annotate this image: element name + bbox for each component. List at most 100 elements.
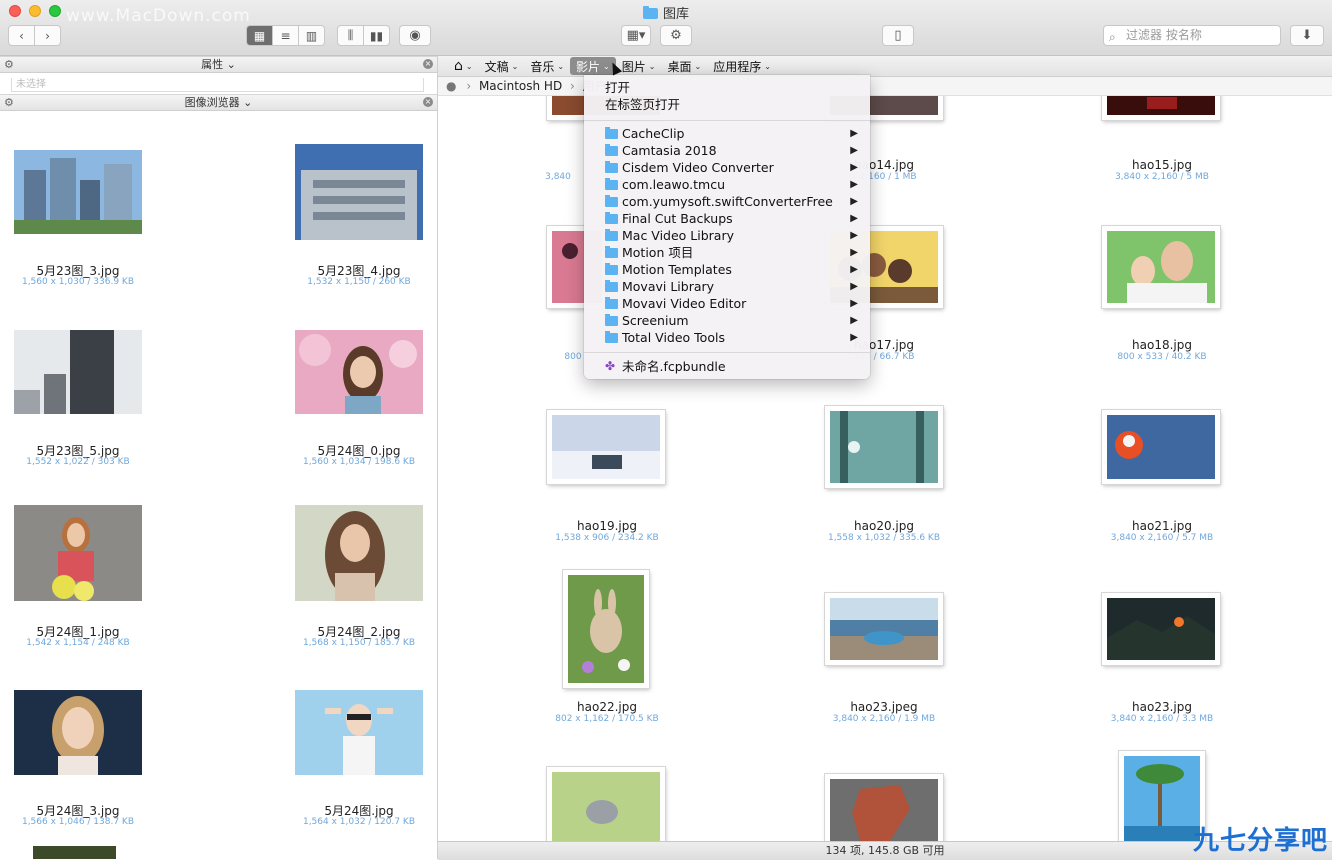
image-thumbnail[interactable] xyxy=(295,505,423,601)
image-thumbnail[interactable] xyxy=(14,505,142,601)
folder-icon xyxy=(605,331,618,343)
bundle-icon: ✤ xyxy=(605,359,616,373)
close-icon[interactable]: × xyxy=(423,97,433,107)
split-view-button[interactable]: ▮▮ xyxy=(364,26,389,45)
menu-item-open-in-tab[interactable]: 在标签页打开 xyxy=(584,96,870,113)
chevron-down-icon: ⌄ xyxy=(465,61,473,71)
image-thumbnail[interactable] xyxy=(295,144,423,240)
thumbnail-image xyxy=(830,598,938,660)
preview-button[interactable]: ◉ xyxy=(399,25,431,46)
menu-folder-item[interactable]: Movavi Library ▶ xyxy=(584,278,870,295)
image-thumbnail[interactable] xyxy=(825,406,943,488)
documents-menu[interactable]: 文稿 ⌄ xyxy=(479,57,525,75)
info-button[interactable]: ▯ xyxy=(882,25,914,46)
image-thumbnail[interactable] xyxy=(547,410,665,484)
image-thumbnail[interactable] xyxy=(825,593,943,665)
thumbnail-image xyxy=(1124,756,1200,841)
image-browser-header[interactable]: ⚙ 图像浏览器 ⌄ × xyxy=(0,94,437,111)
download-icon: ⬇ xyxy=(1301,28,1313,43)
thumbnail-meta: 3,840 xyxy=(545,172,571,182)
thumbnail-meta: 1,564 x 1,032 / 120.7 KB xyxy=(302,817,416,827)
applications-menu[interactable]: 应用程序 ⌄ xyxy=(707,57,777,75)
image-thumbnail[interactable] xyxy=(1102,226,1220,308)
filter-search-input[interactable]: ⌕ 过滤器 按名称 xyxy=(1103,25,1281,46)
thumbnail-filename: hao15.jpg xyxy=(1132,158,1192,172)
view-mode-control: ▦ ≡ ▥ xyxy=(246,25,325,46)
menu-folder-item[interactable]: Cisdem Video Converter ▶ xyxy=(584,159,870,176)
close-icon[interactable]: × xyxy=(423,59,433,69)
properties-field[interactable]: 未选择 xyxy=(11,78,424,92)
thumbnail-image xyxy=(552,415,660,479)
grid-dropdown-icon: ▦▾ xyxy=(626,28,646,43)
image-thumbnail[interactable] xyxy=(14,690,142,775)
action-button[interactable]: ⚙ xyxy=(660,25,692,46)
icon-view-button[interactable]: ▦ xyxy=(247,26,273,45)
gear-icon[interactable]: ⚙ xyxy=(4,95,14,110)
chevron-down-icon: ⌄ xyxy=(648,61,656,71)
menu-item-label: 打开 xyxy=(605,80,631,95)
menu-item-open[interactable]: 打开 xyxy=(584,79,870,96)
chevron-right-icon: › xyxy=(466,79,472,93)
menu-folder-item[interactable]: com.yumysoft.swiftConverterFree ▶ xyxy=(584,193,870,210)
menu-folder-item[interactable]: Motion Templates ▶ xyxy=(584,261,870,278)
image-thumbnail[interactable] xyxy=(825,774,943,841)
menu-item-label: Motion Templates xyxy=(622,262,732,277)
forward-button[interactable]: › xyxy=(35,26,60,45)
breadcrumb: ● › Macintosh HD › 用户 xyxy=(438,77,1332,96)
menu-folder-item[interactable]: Total Video Tools ▶ xyxy=(584,329,870,346)
thumbnail-meta: 3,840 x 2,160 / 1.9 MB xyxy=(832,714,936,724)
hospital-thumbnail xyxy=(295,144,423,240)
menu-folder-item[interactable]: Mac Video Library ▶ xyxy=(584,227,870,244)
menu-folder-item[interactable]: CacheClip ▶ xyxy=(584,125,870,142)
breadcrumb-item-disk[interactable]: Macintosh HD xyxy=(479,79,562,93)
gear-icon[interactable]: ⚙ xyxy=(4,57,14,72)
window-title-label: 图库 xyxy=(662,7,689,22)
menu-folder-item[interactable]: com.leawo.tmcu ▶ xyxy=(584,176,870,193)
menu-item-label: com.yumysoft.swiftConverterFree xyxy=(622,194,833,209)
pictures-menu[interactable]: 图片 ⌄ xyxy=(616,57,662,75)
image-thumbnail[interactable] xyxy=(547,767,665,841)
menu-bundle-item[interactable]: ✤ 未命名.fcpbundle xyxy=(584,358,870,375)
submenu-arrow-icon: ▶ xyxy=(850,315,858,326)
list-view-button[interactable]: ≡ xyxy=(273,26,299,45)
arrange-button[interactable]: ▦▾ xyxy=(621,25,651,46)
music-menu[interactable]: 音乐 ⌄ xyxy=(524,57,570,75)
document-icon: ▯ xyxy=(894,28,902,43)
menu-folder-item[interactable]: Final Cut Backups ▶ xyxy=(584,210,870,227)
back-button[interactable]: ‹ xyxy=(9,26,35,45)
image-thumbnail[interactable] xyxy=(563,570,649,688)
apple-icon[interactable]: ● xyxy=(446,79,456,93)
image-thumbnail[interactable] xyxy=(33,846,116,859)
menu-folder-item[interactable]: Motion 项目 ▶ xyxy=(584,244,870,261)
thumbnail-meta: 800 x 533 / 40.2 KB xyxy=(1117,352,1207,362)
woman-bicycle-thumbnail xyxy=(14,505,142,601)
desktop-label: 桌面 xyxy=(667,59,692,74)
menu-item-label: Mac Video Library xyxy=(622,228,734,243)
image-thumbnail[interactable] xyxy=(295,330,423,414)
submenu-arrow-icon: ▶ xyxy=(850,298,858,309)
thumbnail-meta: 3,840 x 2,160 / 3.3 MB xyxy=(1110,714,1214,724)
image-thumbnail[interactable] xyxy=(1102,593,1220,665)
submenu-arrow-icon: ▶ xyxy=(850,247,858,258)
coverflow-button[interactable]: ⫼ xyxy=(338,26,364,45)
thumbnail-image xyxy=(1107,96,1215,115)
gear-icon: ⚙ xyxy=(670,28,682,43)
menu-item-label: Total Video Tools xyxy=(622,330,725,345)
home-menu[interactable]: ⌂ ⌄ xyxy=(448,57,479,75)
download-button[interactable]: ⬇ xyxy=(1290,25,1324,46)
image-thumbnail[interactable] xyxy=(1102,410,1220,484)
image-thumbnail[interactable] xyxy=(14,330,142,414)
menu-folder-item[interactable]: Screenium ▶ xyxy=(584,312,870,329)
image-thumbnail[interactable] xyxy=(295,690,423,775)
properties-header[interactable]: ⚙ 属性 ⌄ × xyxy=(0,56,437,73)
image-thumbnail[interactable] xyxy=(1102,96,1220,120)
column-view-button[interactable]: ▥ xyxy=(299,26,324,45)
folder-icon xyxy=(642,6,658,19)
chevron-down-icon: ⌄ xyxy=(226,58,236,71)
desktop-menu[interactable]: 桌面 ⌄ xyxy=(661,57,707,75)
menu-folder-item[interactable]: Movavi Video Editor ▶ xyxy=(584,295,870,312)
folder-icon xyxy=(605,195,618,207)
woman-sunglasses-thumbnail xyxy=(295,690,423,775)
image-thumbnail[interactable] xyxy=(14,150,142,234)
menu-folder-item[interactable]: Camtasia 2018 ▶ xyxy=(584,142,870,159)
